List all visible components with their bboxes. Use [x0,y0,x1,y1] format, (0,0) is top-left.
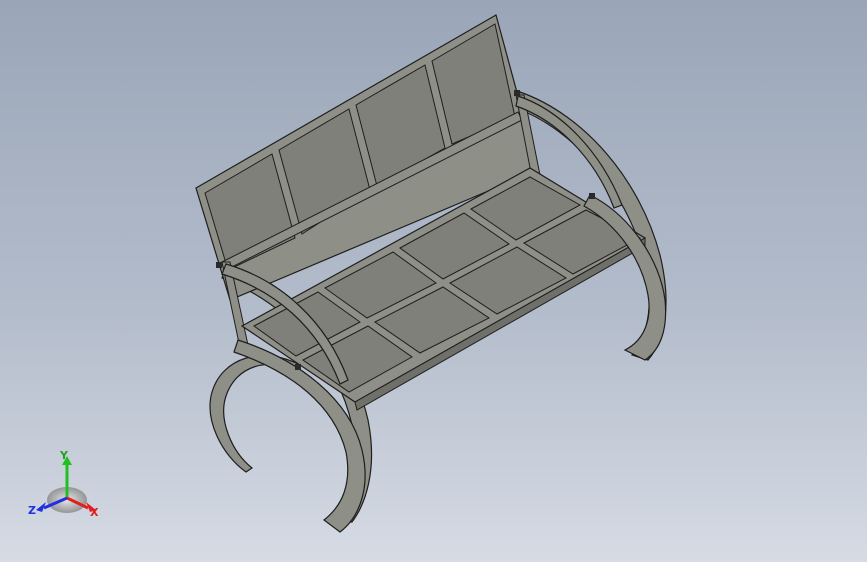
triad-z-label: Z [28,504,36,517]
coordinate-triad[interactable]: Y X Z [22,448,112,528]
triad-x-label: X [90,506,99,519]
graphics-viewport[interactable]: Y X Z [0,0,867,562]
joint-bolt-4 [589,193,595,199]
bench-model[interactable] [0,0,867,562]
joint-bolt-3 [295,364,301,370]
joint-bolt-1 [216,262,222,268]
joint-bolt-2 [514,90,520,96]
triad-y-label: Y [59,449,69,462]
